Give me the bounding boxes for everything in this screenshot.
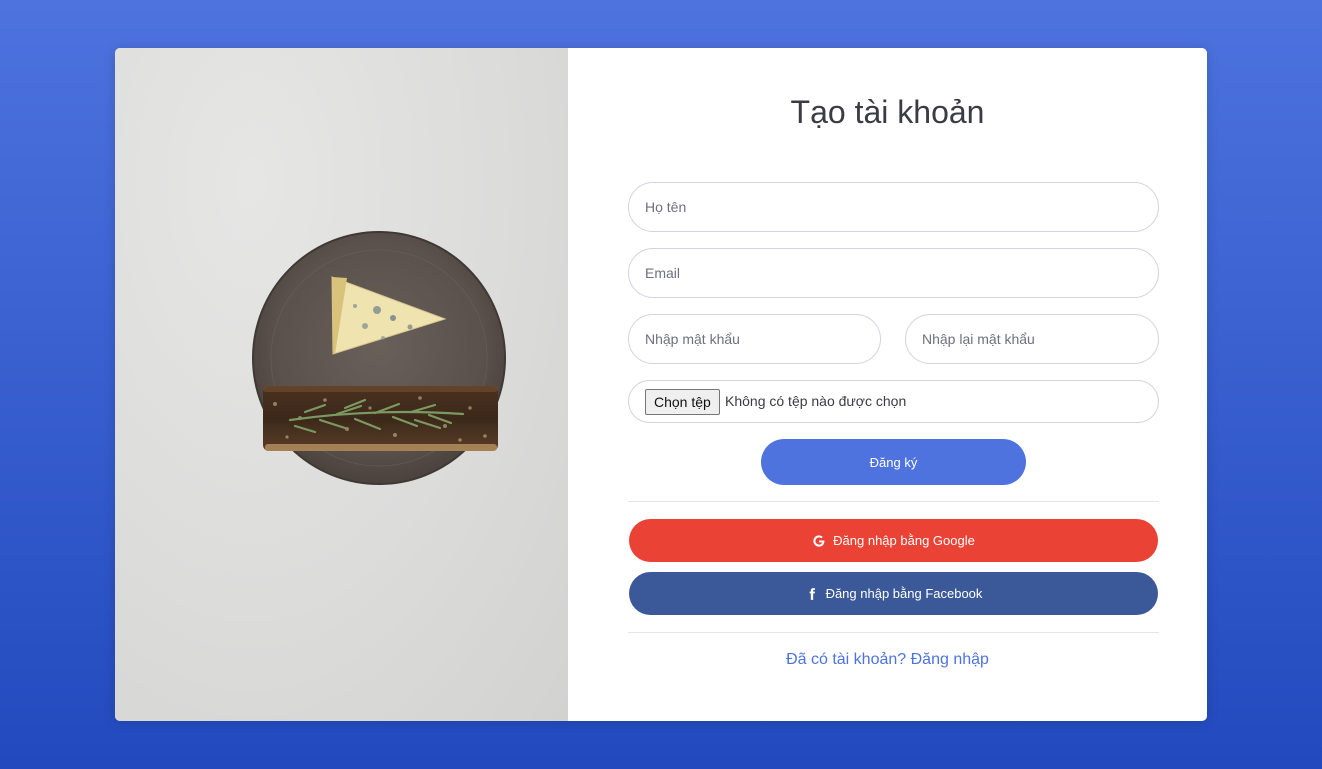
food-photo <box>115 48 568 721</box>
email-field[interactable] <box>628 248 1159 298</box>
fullname-field[interactable] <box>628 182 1159 232</box>
page-title: Tạo tài khoản <box>790 94 985 130</box>
avatar-file-field: Chọn tệp Không có tệp nào được chọn <box>628 380 1159 423</box>
facebook-login-button[interactable]: Đăng nhập bằng Facebook <box>629 572 1158 615</box>
register-button-label: Đăng ký <box>869 454 918 470</box>
google-icon <box>812 534 826 548</box>
file-status-text: Không có tệp nào được chọn <box>725 393 907 409</box>
divider-bottom <box>628 632 1159 633</box>
divider-top <box>628 501 1159 502</box>
facebook-icon <box>805 587 819 601</box>
register-card: Tạo tài khoản Chọn tệp Không có tệp nào … <box>115 48 1207 721</box>
password-field[interactable] <box>628 314 881 364</box>
fullname-input[interactable] <box>629 183 1158 231</box>
register-button[interactable]: Đăng ký <box>761 439 1026 485</box>
email-input[interactable] <box>629 249 1158 297</box>
register-form-panel: Tạo tài khoản Chọn tệp Không có tệp nào … <box>568 48 1207 721</box>
password-repeat-input[interactable] <box>906 315 1158 363</box>
google-login-button[interactable]: Đăng nhập bằng Google <box>629 519 1158 562</box>
password-repeat-field[interactable] <box>905 314 1159 364</box>
choose-file-button[interactable]: Chọn tệp <box>645 389 720 415</box>
login-link[interactable]: Đã có tài khoản? Đăng nhập <box>568 651 1207 669</box>
google-login-label: Đăng nhập bằng Google <box>833 533 975 548</box>
plate-cheese-bread-image <box>252 231 506 485</box>
facebook-login-label: Đăng nhập bằng Facebook <box>825 586 983 601</box>
password-input[interactable] <box>629 315 880 363</box>
